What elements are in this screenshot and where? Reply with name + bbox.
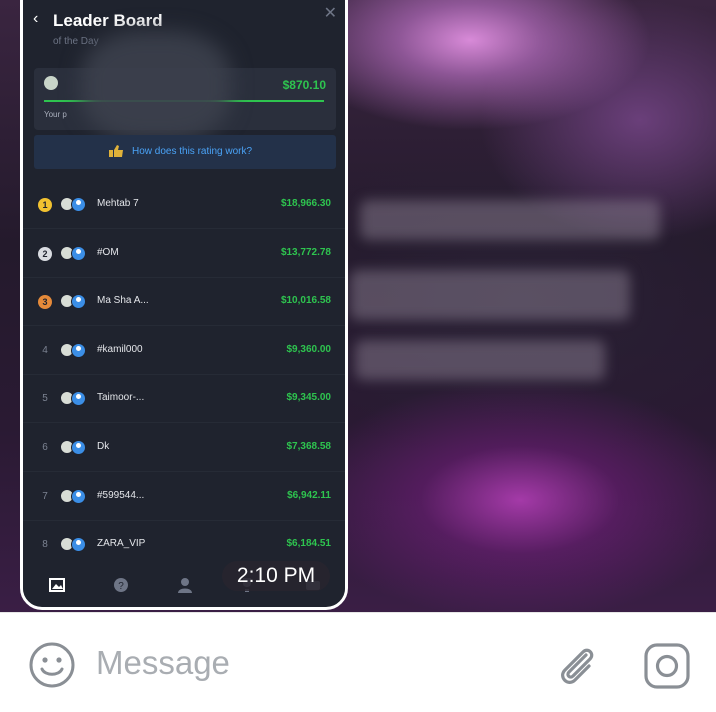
player-amount: $6,942.11 bbox=[287, 489, 331, 501]
rank-medal: 1 bbox=[38, 198, 52, 212]
player-amount: $10,016.58 bbox=[280, 295, 331, 307]
player-name: #OM bbox=[97, 246, 119, 258]
rank-number: 8 bbox=[42, 539, 48, 551]
leaderboard-row: 4 #kamil000 $9,360.00 bbox=[23, 327, 345, 375]
player-name: ZARA_VIP bbox=[97, 538, 146, 550]
leaderboard-subtitle: of the Day bbox=[53, 36, 99, 47]
message-timestamp: 2:10 PM bbox=[222, 561, 330, 591]
player-name: #599544... bbox=[97, 489, 145, 501]
avatar bbox=[71, 537, 86, 553]
message-composer bbox=[0, 612, 716, 712]
redaction-blur bbox=[81, 31, 231, 141]
leaderboard-row: 2 #OM $13,772.78 bbox=[23, 230, 345, 278]
player-amount: $13,772.78 bbox=[280, 246, 331, 258]
avatar bbox=[71, 342, 86, 358]
leaderboard-row: 6 Dk $7,368.58 bbox=[23, 424, 345, 472]
chevron-left-icon: ‹ bbox=[33, 10, 39, 27]
camera-button[interactable] bbox=[642, 641, 692, 691]
profile-icon bbox=[177, 577, 193, 593]
leaderboard-row: 1 Mehtab 7 $18,966.30 bbox=[23, 181, 345, 229]
leaderboard-row: 3 Ma Sha A... $10,016.58 bbox=[23, 278, 345, 327]
avatar bbox=[71, 488, 86, 504]
rating-info-link: How does this rating work? bbox=[132, 146, 253, 157]
avatar bbox=[71, 245, 86, 261]
player-amount: $6,184.51 bbox=[286, 538, 332, 550]
emoji-button[interactable] bbox=[28, 641, 76, 689]
rank-medal: 3 bbox=[38, 295, 52, 310]
leaderboard-row: 5 Taimoor-... $9,345.00 bbox=[23, 375, 345, 424]
avatar bbox=[71, 440, 86, 455]
rank-number: 6 bbox=[42, 442, 48, 453]
emoji-icon bbox=[29, 642, 75, 688]
player-amount: $7,368.58 bbox=[286, 441, 332, 452]
avatar bbox=[71, 197, 86, 212]
player-name: Ma Sha A... bbox=[97, 295, 149, 307]
rank-number: 5 bbox=[42, 393, 48, 405]
player-amount: $9,360.00 bbox=[286, 343, 332, 355]
paperclip-icon bbox=[561, 648, 594, 684]
flag-icon bbox=[44, 76, 58, 90]
rank-number: 4 bbox=[42, 344, 48, 356]
attach-button[interactable] bbox=[552, 641, 600, 689]
player-amount: $18,966.30 bbox=[280, 198, 331, 209]
my-amount: $870.10 bbox=[282, 78, 326, 92]
rank-number: 7 bbox=[42, 490, 48, 502]
leaderboard-title: Leader Board bbox=[53, 11, 163, 30]
player-name: #kamil000 bbox=[97, 343, 143, 355]
thumbs-up-icon bbox=[108, 144, 124, 158]
message-input[interactable] bbox=[96, 641, 516, 685]
player-name: Dk bbox=[97, 441, 110, 452]
leaderboard-row: 7 #599544... $6,942.11 bbox=[23, 473, 345, 521]
avatar bbox=[71, 294, 86, 310]
rank-medal: 2 bbox=[38, 246, 52, 261]
image-icon bbox=[49, 577, 65, 593]
player-name: Taimoor-... bbox=[97, 392, 145, 404]
svg-text:?: ? bbox=[118, 581, 124, 592]
my-position-label: Your p bbox=[44, 110, 67, 119]
player-amount: $9,345.00 bbox=[286, 392, 332, 404]
close-icon: ✕ bbox=[323, 5, 337, 22]
camera-icon bbox=[644, 643, 690, 689]
player-name: Mehtab 7 bbox=[97, 198, 139, 209]
image-message[interactable]: ‹ Leader Board of the Day ✕ $870.10 Your… bbox=[20, 0, 348, 610]
avatar bbox=[71, 391, 86, 407]
rating-info-banner: How does this rating work? bbox=[34, 135, 336, 169]
help-icon: ? bbox=[113, 577, 129, 593]
